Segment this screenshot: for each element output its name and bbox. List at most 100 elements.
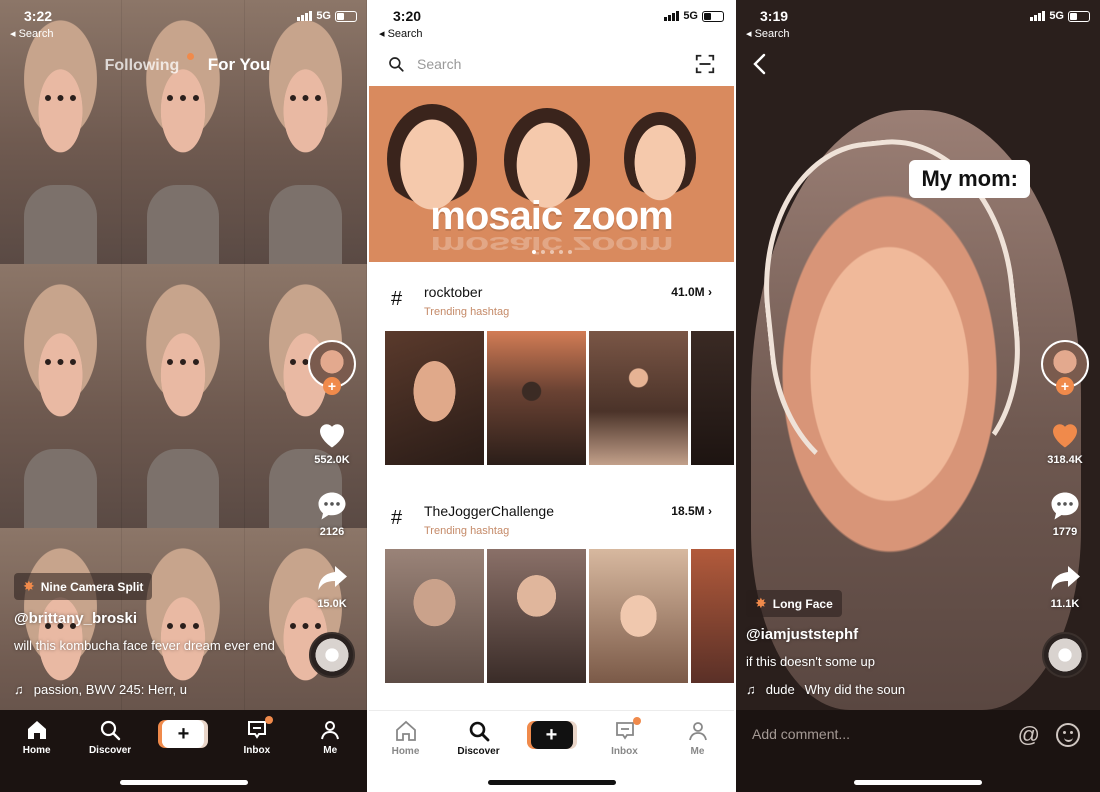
battery-icon bbox=[702, 10, 724, 22]
share-count: 15.0K bbox=[317, 598, 347, 610]
comment-input[interactable]: Add comment... bbox=[752, 726, 850, 742]
follow-plus-icon[interactable]: + bbox=[1056, 377, 1074, 395]
comment-icon[interactable] bbox=[314, 488, 350, 524]
effect-tag[interactable]: ✸ Nine Camera Split bbox=[14, 573, 153, 600]
clock: 3:20 bbox=[393, 8, 422, 24]
video-thumbnail[interactable] bbox=[691, 331, 734, 465]
back-chevron-icon[interactable] bbox=[750, 52, 770, 76]
search-icon bbox=[100, 720, 121, 741]
hashtag-subtitle: Trending hashtag bbox=[424, 306, 510, 318]
scan-qr-icon[interactable] bbox=[694, 53, 716, 75]
video-thumbnail[interactable] bbox=[589, 549, 688, 683]
video-thumbnail[interactable] bbox=[385, 331, 484, 465]
home-icon bbox=[395, 720, 416, 741]
tab-home[interactable]: Home bbox=[7, 718, 67, 792]
follow-plus-icon[interactable]: + bbox=[323, 377, 341, 395]
share-arrow-icon[interactable] bbox=[1047, 560, 1083, 596]
effect-label: Nine Camera Split bbox=[40, 579, 144, 594]
video-thumbnail[interactable] bbox=[487, 549, 586, 683]
creator-username[interactable]: @iamjuststephf bbox=[746, 626, 858, 643]
hashtag-row[interactable]: # TheJoggerChallenge Trending hashtag 18… bbox=[369, 495, 734, 545]
tab-me-label: Me bbox=[323, 745, 338, 756]
hashtag-count: 18.5M › bbox=[671, 504, 712, 518]
back-to-search-link[interactable]: ◂ Search bbox=[10, 27, 53, 40]
emoji-icon[interactable] bbox=[1056, 723, 1080, 747]
tab-discover-label: Discover bbox=[457, 746, 500, 757]
search-icon bbox=[469, 721, 489, 742]
comment-bar: Add comment... @ bbox=[736, 710, 1100, 792]
share-count: 11.1K bbox=[1050, 598, 1080, 610]
creator-avatar[interactable]: + bbox=[1041, 340, 1089, 395]
hashtag-video-strip bbox=[385, 331, 734, 465]
video-detail-screen: 3:19 ◂ Search 5G My mom: + 318.4K 1779 1… bbox=[736, 0, 1100, 792]
status-bar: 3:22 ◂ Search 5G bbox=[10, 6, 357, 42]
network-type: 5G bbox=[683, 10, 698, 22]
battery-icon bbox=[335, 10, 357, 22]
tab-me[interactable]: Me bbox=[300, 718, 360, 792]
tab-following[interactable]: Following bbox=[97, 53, 195, 74]
tab-me-label: Me bbox=[690, 746, 705, 757]
network-type: 5G bbox=[316, 10, 331, 22]
hashtag-icon: # bbox=[391, 507, 403, 529]
video-thumbnail[interactable] bbox=[487, 331, 586, 465]
effect-tag[interactable]: ✸ Long Face bbox=[746, 590, 842, 617]
comment-count: 2126 bbox=[319, 526, 345, 538]
home-indicator bbox=[119, 780, 248, 785]
search-icon bbox=[389, 57, 404, 72]
tab-me[interactable]: Me bbox=[668, 719, 728, 792]
music-note-icon: ♫ bbox=[746, 682, 756, 697]
back-to-search-link[interactable]: ◂ Search bbox=[379, 27, 422, 40]
action-rail: + 552.0K 2126 15.0K bbox=[307, 340, 357, 678]
heart-icon[interactable] bbox=[1047, 416, 1083, 452]
action-rail: + 318.4K 1779 11.1K bbox=[1040, 340, 1090, 678]
effect-sparkle-icon: ✸ bbox=[23, 578, 35, 594]
like-count: 552.0K bbox=[314, 454, 350, 466]
video-tile bbox=[122, 264, 245, 528]
tab-discover-label: Discover bbox=[88, 745, 132, 756]
plus-icon: + bbox=[162, 720, 205, 748]
video-thumbnail[interactable] bbox=[589, 331, 688, 465]
comment-count: 1779 bbox=[1052, 526, 1078, 538]
bottom-tab-bar: Home Discover + Inbox Me bbox=[0, 710, 367, 792]
video-caption: if this doesn't some up bbox=[746, 654, 875, 669]
comment-icon[interactable] bbox=[1047, 488, 1083, 524]
signal-bars-icon bbox=[664, 11, 680, 21]
notification-dot bbox=[632, 717, 641, 725]
music-disc-icon[interactable] bbox=[1042, 632, 1088, 678]
heart-icon[interactable] bbox=[314, 416, 350, 452]
featured-effect-banner[interactable]: mosaic zoom mosaic zoom bbox=[369, 86, 734, 262]
profile-icon bbox=[688, 722, 707, 741]
music-ticker[interactable]: ♫ passion, BWV 245: Herr, u bbox=[14, 682, 214, 697]
tab-inbox-label: Inbox bbox=[243, 745, 271, 756]
video-thumbnail[interactable] bbox=[385, 549, 484, 683]
home-icon bbox=[27, 721, 46, 739]
text-sticker: My mom: bbox=[909, 160, 1030, 198]
search-bar[interactable]: Search bbox=[369, 44, 734, 84]
home-indicator bbox=[854, 780, 982, 785]
status-bar: 3:19 ◂ Search 5G bbox=[746, 6, 1090, 42]
battery-icon bbox=[1068, 10, 1090, 22]
back-to-search-link[interactable]: ◂ Search bbox=[746, 27, 789, 40]
music-disc-icon[interactable] bbox=[309, 632, 355, 678]
tab-home[interactable]: Home bbox=[376, 719, 436, 792]
discover-screen: 3:20 ◂ Search 5G Search mosaic zoom mosa… bbox=[369, 0, 734, 792]
creator-username[interactable]: @brittany_broski bbox=[14, 610, 137, 627]
home-indicator bbox=[487, 780, 616, 785]
music-title: passion, BWV 245: Herr, u bbox=[33, 682, 187, 697]
search-input[interactable]: Search bbox=[417, 56, 694, 72]
video-thumbnail[interactable] bbox=[691, 549, 734, 683]
video-tile bbox=[0, 264, 123, 528]
hashtag-row[interactable]: # rocktober Trending hashtag 41.0M › bbox=[369, 276, 734, 326]
music-ticker[interactable]: ♫ dude Why did the soun bbox=[746, 682, 946, 697]
hashtag-count-value: 41.0M bbox=[671, 285, 705, 299]
clock: 3:19 bbox=[760, 8, 789, 24]
creator-avatar[interactable]: + bbox=[308, 340, 356, 395]
tab-home-label: Home bbox=[391, 746, 420, 757]
signal-indicator: 5G bbox=[664, 10, 724, 22]
share-arrow-icon[interactable] bbox=[314, 560, 350, 596]
mention-icon[interactable]: @ bbox=[1018, 722, 1040, 748]
tab-for-you[interactable]: For You bbox=[208, 55, 271, 74]
hashtag-count-value: 18.5M bbox=[671, 504, 705, 518]
effect-label: Long Face bbox=[772, 596, 833, 611]
notification-dot bbox=[264, 716, 273, 724]
